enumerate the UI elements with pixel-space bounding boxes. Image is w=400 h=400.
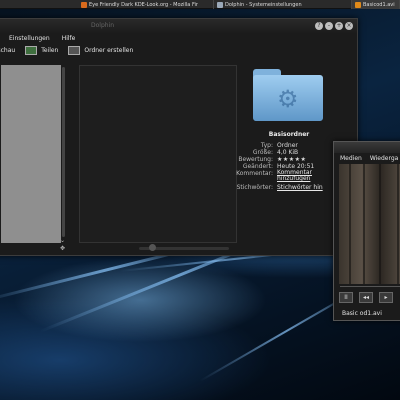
menu-wiedergabe[interactable]: Wiederga bbox=[370, 155, 399, 162]
zoom-slider-handle[interactable] bbox=[149, 244, 156, 251]
maximize-icon[interactable]: + bbox=[335, 22, 343, 30]
pause-button[interactable]: II bbox=[339, 291, 353, 303]
player-controls: II ◂◂ ▸ bbox=[339, 290, 399, 304]
player-filename: Basic od1.avi bbox=[342, 310, 382, 317]
file-view[interactable] bbox=[79, 65, 237, 243]
new-folder-button[interactable]: Ordner erstellen bbox=[68, 45, 134, 55]
dolphin-window: Dolphin ? - + × Einstellungen Hilfe rsch… bbox=[0, 18, 358, 256]
menu-einstellungen[interactable]: Einstellungen bbox=[9, 35, 50, 42]
window-buttons: ? - + × bbox=[313, 22, 353, 30]
info-key: Typ: bbox=[260, 142, 273, 149]
settings-icon bbox=[217, 1, 223, 8]
video-detail bbox=[379, 164, 381, 284]
previous-button[interactable]: ◂◂ bbox=[359, 291, 373, 303]
info-title: Basisordner bbox=[268, 131, 310, 138]
help-icon[interactable]: ? bbox=[315, 22, 323, 30]
video-detail bbox=[363, 164, 365, 284]
taskbar: Eye Friendly Dark KDE-Look.org - Mozilla… bbox=[0, 0, 400, 9]
media-player-icon bbox=[355, 1, 361, 8]
player-menubar: Medien Wiederga bbox=[334, 153, 400, 163]
task-label: Eye Friendly Dark KDE-Look.org - Mozilla… bbox=[89, 1, 198, 8]
info-key: Kommentar: bbox=[236, 170, 273, 177]
close-icon[interactable]: × bbox=[345, 22, 353, 30]
task-player[interactable]: Basicod1.avi bbox=[352, 0, 400, 9]
share-icon bbox=[25, 45, 38, 55]
info-key: Geändert: bbox=[242, 163, 273, 170]
taskbar-spacer bbox=[0, 0, 78, 8]
add-tags-link[interactable]: Stichwörter hin bbox=[277, 184, 323, 191]
task-firefox[interactable]: Eye Friendly Dark KDE-Look.org - Mozilla… bbox=[78, 0, 214, 9]
video-detail bbox=[349, 164, 351, 284]
menu-medien[interactable]: Medien bbox=[340, 155, 362, 162]
window-titlebar[interactable]: Dolphin ? - + × bbox=[0, 19, 357, 33]
toolbar: rschau Teilen Ordner erstellen bbox=[0, 43, 357, 57]
places-panel[interactable] bbox=[1, 65, 61, 243]
new-folder-icon bbox=[68, 45, 81, 55]
window-title: Dolphin bbox=[91, 22, 115, 29]
player-titlebar[interactable] bbox=[334, 142, 400, 153]
folder-icon: ⚙ bbox=[253, 69, 323, 121]
info-key: Bewertung: bbox=[238, 156, 273, 163]
gear-icon: ⚙ bbox=[277, 85, 299, 113]
info-value: Ordner bbox=[277, 142, 298, 149]
firefox-icon bbox=[81, 1, 87, 8]
new-folder-label: Ordner erstellen bbox=[84, 46, 134, 54]
task-label: Basicod1.avi bbox=[363, 1, 395, 8]
seek-bar[interactable] bbox=[340, 286, 400, 287]
video-detail bbox=[397, 164, 399, 284]
rating-stars[interactable]: ★★★★★ bbox=[277, 156, 306, 163]
video-area[interactable] bbox=[339, 164, 400, 284]
add-comment-link[interactable]: Kommentar hinzufügen bbox=[277, 170, 317, 182]
preview-button[interactable]: rschau bbox=[0, 47, 15, 54]
scroll-down-icon[interactable]: ⌄ bbox=[60, 237, 65, 244]
media-player-window: Medien Wiederga II ◂◂ ▸ Basic od1.avi bbox=[333, 141, 400, 321]
info-key: Stichwörter: bbox=[236, 184, 273, 191]
task-dolphin[interactable]: Dolphin - Systemeinstellungen bbox=[214, 0, 352, 9]
menu-hilfe[interactable]: Hilfe bbox=[62, 35, 76, 42]
vertical-scrollbar[interactable] bbox=[62, 67, 65, 237]
minimize-icon[interactable]: - bbox=[325, 22, 333, 30]
preview-label: rschau bbox=[0, 46, 16, 54]
info-key: Größe: bbox=[252, 149, 273, 156]
share-label: Teilen bbox=[41, 46, 59, 54]
next-button[interactable]: ▸ bbox=[379, 291, 393, 303]
share-button[interactable]: Teilen bbox=[25, 45, 59, 55]
task-label: Dolphin - Systemeinstellungen bbox=[225, 1, 302, 8]
move-icon[interactable]: ✥ bbox=[60, 245, 65, 252]
info-value: 4,0 KiB bbox=[277, 149, 299, 156]
menubar: Einstellungen Hilfe bbox=[0, 33, 357, 43]
